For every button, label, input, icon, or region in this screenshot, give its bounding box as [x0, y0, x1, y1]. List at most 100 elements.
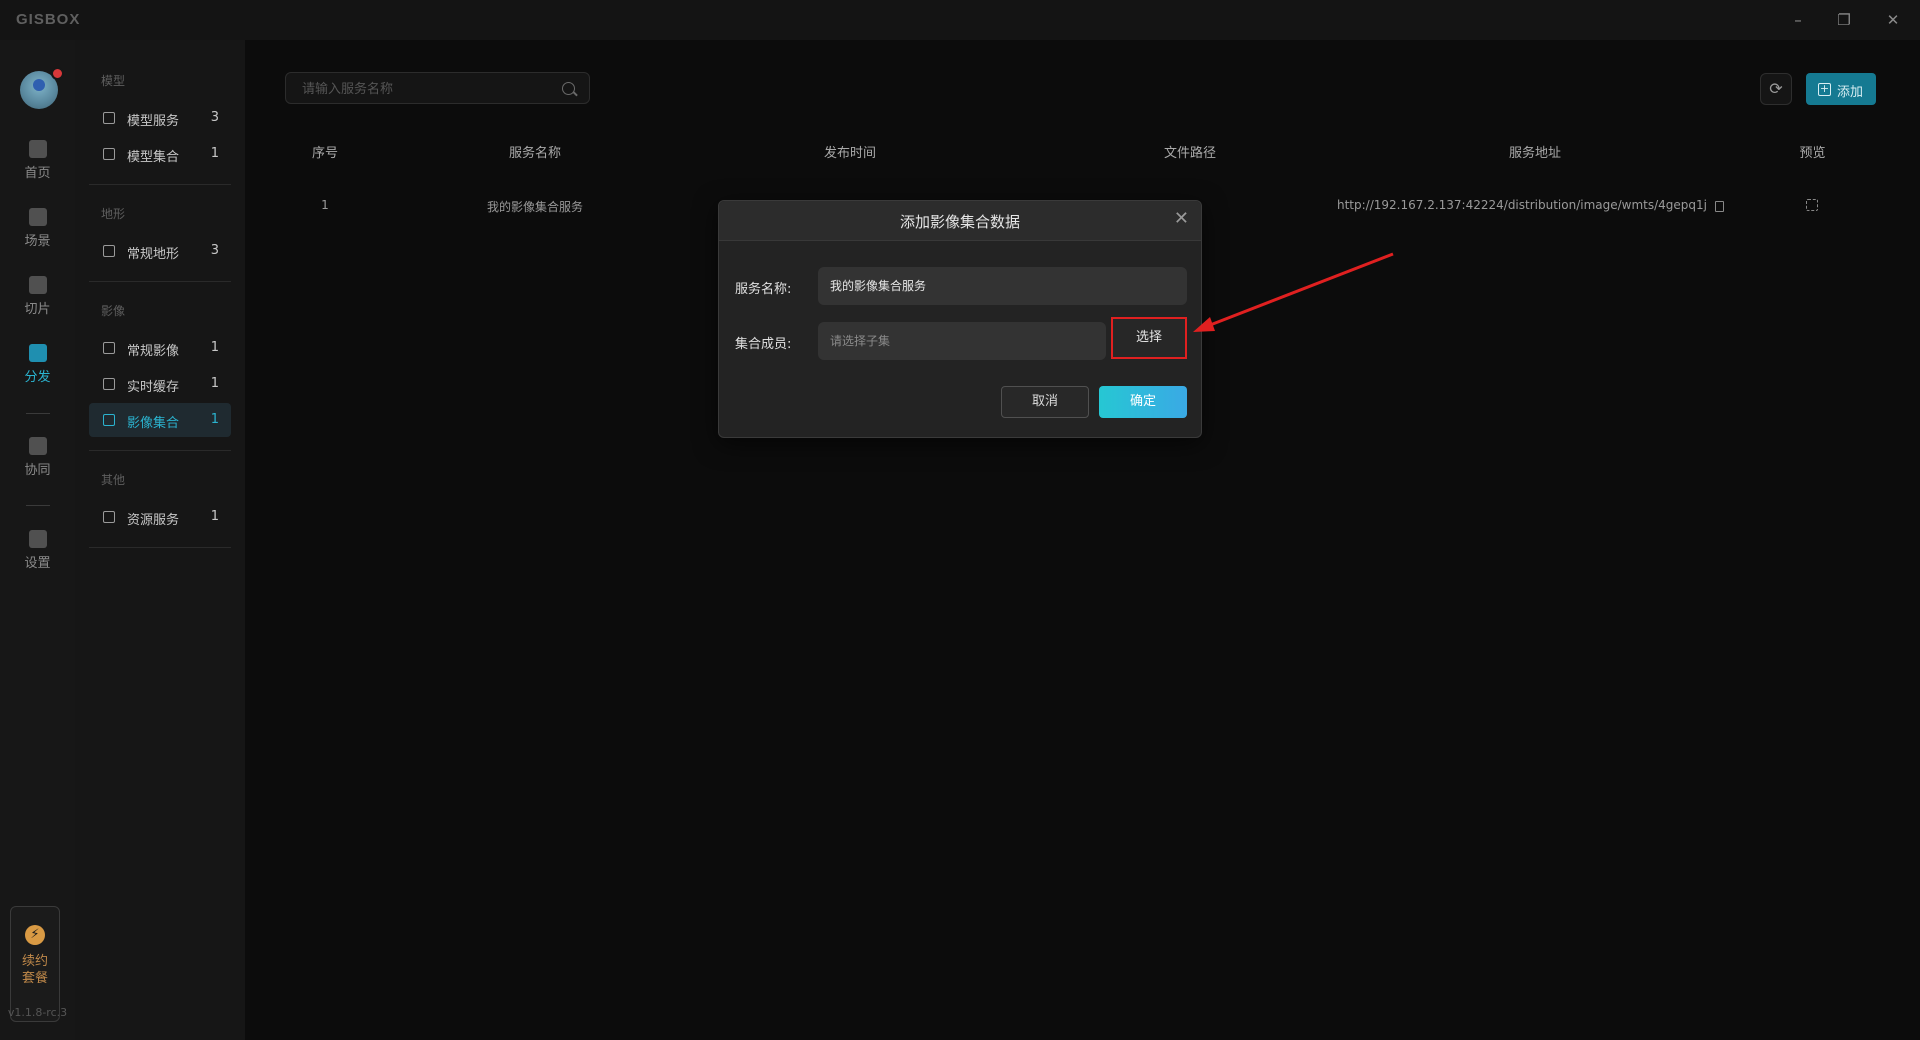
scene-icon [28, 208, 47, 226]
search-box [285, 72, 590, 104]
service-name-label: 服务名称: [735, 282, 792, 297]
column-header-time: 发布时间 [823, 146, 876, 161]
category-title: 其他 [101, 473, 126, 487]
service-name-field[interactable]: 我的影像集合服务 [818, 267, 1187, 305]
copy-icon[interactable] [1715, 201, 1724, 212]
column-header-preview: 预览 [1799, 146, 1826, 161]
category-item-label: 实时缓存 [127, 380, 180, 395]
rail-item-label: 切片 [24, 302, 51, 317]
rail-divider [26, 505, 50, 506]
rail-item-home[interactable]: 首页 [0, 140, 75, 181]
add-button[interactable]: + 添加 [1806, 73, 1876, 105]
renew-plan-button[interactable]: ⚡ 续约套餐 [10, 906, 60, 1022]
column-header-url: 服务地址 [1508, 146, 1561, 161]
plus-icon: + [1818, 82, 1831, 96]
rail-divider [26, 413, 50, 414]
preview-icon[interactable] [1806, 199, 1818, 211]
image-icon [103, 414, 115, 426]
rail-item-tile[interactable]: 切片 [0, 276, 75, 317]
title-bar: GISBOX – ❐ ✕ [0, 0, 1920, 40]
image-icon [103, 342, 115, 354]
settings-icon [28, 530, 47, 548]
minimize-icon[interactable]: – [1784, 8, 1812, 32]
rail-item-scene[interactable]: 场景 [0, 208, 75, 249]
rail-item-collab[interactable]: 协同 [0, 437, 75, 478]
category-item-model-service[interactable]: 模型服务 3 [89, 101, 231, 135]
dialog-header: 添加影像集合数据 ✕ [719, 201, 1201, 241]
category-item-label: 模型集合 [127, 150, 180, 165]
add-image-collection-dialog: 添加影像集合数据 ✕ 服务名称: 我的影像集合服务 集合成员: 选择 取消 确定 [718, 200, 1202, 438]
tile-icon [28, 276, 47, 294]
refresh-button[interactable]: ⟳ [1760, 73, 1792, 105]
category-item-label: 常规地形 [127, 247, 180, 262]
category-item-realtime-cache[interactable]: 实时缓存 1 [89, 367, 231, 401]
app-logo: GISBOX [16, 11, 81, 28]
category-divider [89, 184, 231, 185]
search-icon[interactable] [562, 82, 575, 95]
category-item-count: 3 [210, 243, 219, 258]
rail-item-label: 设置 [24, 556, 51, 571]
main-content: ⟳ + 添加 序号 服务名称 发布时间 文件路径 服务地址 预览 1 我的影像集… [245, 40, 1920, 1040]
cancel-button[interactable]: 取消 [1001, 386, 1089, 418]
row-index: 1 [321, 198, 329, 212]
category-item-count: 1 [210, 340, 219, 355]
column-header-index: 序号 [311, 146, 338, 161]
home-icon [28, 140, 47, 158]
category-item-count: 1 [210, 412, 219, 427]
distribute-icon [28, 344, 47, 362]
category-item-image-collection[interactable]: 影像集合 1 [89, 403, 231, 437]
notification-badge [51, 67, 64, 80]
category-item-label: 影像集合 [127, 416, 180, 431]
category-title: 地形 [101, 207, 126, 221]
column-header-name: 服务名称 [508, 146, 561, 161]
category-item-label: 常规影像 [127, 344, 180, 359]
category-item-model-collection[interactable]: 模型集合 1 [89, 137, 231, 171]
search-input[interactable] [300, 80, 550, 98]
category-divider [89, 281, 231, 282]
rail-item-distribute[interactable]: 分发 [0, 344, 75, 385]
category-title: 模型 [101, 74, 126, 88]
rail-item-label: 首页 [24, 166, 51, 181]
category-item-label: 模型服务 [127, 114, 180, 129]
select-button[interactable]: 选择 [1111, 317, 1187, 359]
close-icon[interactable]: ✕ [1174, 209, 1189, 229]
collab-icon [28, 437, 47, 455]
members-label: 集合成员: [735, 337, 792, 352]
avatar-person-icon [33, 79, 45, 91]
row-service-name: 我的影像集合服务 [486, 200, 583, 214]
category-item-resource-service[interactable]: 资源服务 1 [89, 500, 231, 534]
avatar[interactable] [20, 67, 64, 109]
left-rail: 首页 场景 切片 分发 协同 设置 ⚡ 续约套餐 v1.1.8-rc.3 [0, 40, 75, 1040]
terrain-icon [103, 245, 115, 257]
category-item-count: 1 [210, 376, 219, 391]
members-input[interactable] [818, 322, 1106, 360]
model-icon [103, 148, 115, 160]
category-title: 影像 [101, 304, 126, 318]
category-item-count: 1 [210, 146, 219, 161]
category-item-imagery[interactable]: 常规影像 1 [89, 331, 231, 365]
category-item-terrain[interactable]: 常规地形 3 [89, 234, 231, 268]
image-icon [103, 378, 115, 390]
resource-icon [103, 511, 115, 523]
lightning-icon: ⚡ [25, 925, 45, 945]
column-header-path: 文件路径 [1163, 146, 1216, 161]
close-icon[interactable]: ✕ [1879, 8, 1907, 32]
rail-item-label: 协同 [24, 463, 51, 478]
add-button-label: 添加 [1837, 85, 1864, 100]
category-item-label: 资源服务 [127, 513, 180, 528]
refresh-icon: ⟳ [1769, 79, 1783, 98]
rail-item-label: 分发 [24, 370, 51, 385]
restore-icon[interactable]: ❐ [1830, 8, 1858, 32]
category-divider [89, 450, 231, 451]
category-item-count: 1 [210, 509, 219, 524]
category-item-count: 3 [210, 110, 219, 125]
category-nav: 模型 模型服务 3 模型集合 1 地形 常规地形 3 影像 常规影像 1 实时缓… [75, 40, 245, 1040]
renew-plan-label: 续约套餐 [21, 954, 48, 986]
rail-item-settings[interactable]: 设置 [0, 530, 75, 571]
category-divider [89, 547, 231, 548]
dialog-title: 添加影像集合数据 [899, 213, 1020, 231]
row-service-url: http://192.167.2.137:42224/distribution/… [1337, 198, 1707, 212]
confirm-button[interactable]: 确定 [1099, 386, 1187, 418]
version-label: v1.1.8-rc.3 [7, 1006, 68, 1019]
rail-item-label: 场景 [24, 234, 51, 249]
